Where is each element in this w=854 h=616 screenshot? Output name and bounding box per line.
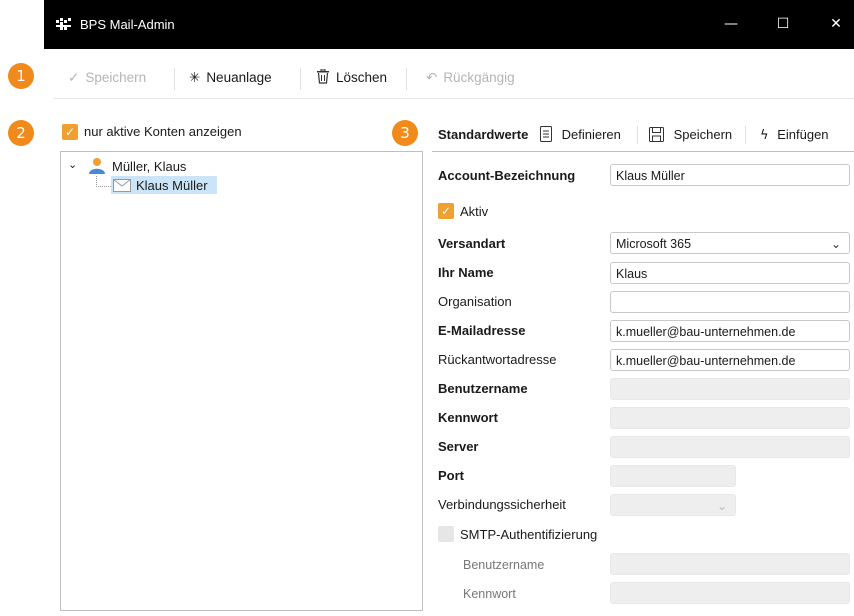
undo-button[interactable]: ↶ Rückgängig	[426, 58, 515, 98]
email-field[interactable]: k.mueller@bau-unternehmen.de	[610, 320, 850, 342]
organisation-label: Organisation	[438, 294, 512, 309]
insert-button[interactable]: ϟ Einfügen	[760, 125, 829, 145]
account-name-label: Account-Bezeichnung	[438, 168, 576, 183]
minimize-button[interactable]: —	[716, 10, 746, 38]
smtp-username-label: Benutzername	[463, 558, 545, 572]
check-icon: ✓	[68, 70, 80, 86]
save-button[interactable]: ✓ Speichern	[68, 58, 146, 98]
your-name-label: Ihr Name	[438, 265, 494, 280]
account-tree	[60, 151, 423, 611]
callout-badge-3: 3	[392, 120, 418, 146]
active-only-checkbox[interactable]: ✓	[62, 124, 78, 140]
maximize-button[interactable]: ☐	[768, 10, 798, 38]
main-toolbar: ✓ Speichern ✳ Neuanlage Löschen ↶ Rückgängi…	[54, 58, 854, 99]
organisation-field[interactable]	[610, 291, 850, 313]
floppy-disk-icon	[649, 127, 664, 142]
email-label: E-Mailadresse	[438, 323, 526, 338]
smtp-password-label: Kennwort	[463, 587, 516, 601]
port-label: Port	[438, 468, 464, 483]
server-field[interactable]	[610, 436, 850, 458]
define-button[interactable]: Definieren	[540, 125, 621, 145]
server-label: Server	[438, 439, 479, 454]
password-label: Kennwort	[438, 410, 498, 425]
lightning-icon: ϟ	[760, 128, 769, 143]
user-icon	[89, 158, 105, 174]
port-field[interactable]	[610, 465, 736, 487]
connection-security-label: Verbindungssicherheit	[438, 497, 566, 512]
delete-button[interactable]: Löschen	[316, 58, 387, 98]
username-field[interactable]	[610, 378, 850, 400]
chevron-down-icon: ⌄	[716, 499, 727, 513]
expand-chevron-icon[interactable]: ⌄	[68, 158, 77, 171]
smtp-password-field[interactable]	[610, 582, 850, 604]
callout-badge-2: 2	[8, 120, 34, 146]
send-type-select[interactable]: Microsoft 365 ⌄	[610, 232, 850, 254]
chevron-down-icon: ⌄	[830, 237, 841, 251]
callout-badge-1: 1	[8, 63, 34, 89]
tree-node-account-label: Klaus Müller	[136, 178, 208, 193]
send-type-label: Versandart	[438, 236, 506, 251]
defaults-save-button[interactable]: Speichern	[649, 125, 732, 145]
close-button[interactable]: ✕	[821, 10, 851, 38]
connection-security-select[interactable]: ⌄	[610, 494, 736, 516]
reply-address-field[interactable]: k.mueller@bau-unternehmen.de	[610, 349, 850, 371]
active-only-label: nur aktive Konten anzeigen	[84, 124, 242, 139]
smtp-auth-checkbox[interactable]	[438, 526, 454, 542]
new-button[interactable]: ✳ Neuanlage	[189, 58, 272, 98]
tree-node-user[interactable]: Müller, Klaus	[112, 159, 186, 174]
app-logo-icon	[56, 18, 71, 30]
smtp-username-field[interactable]	[610, 553, 850, 575]
title-bar: BPS Mail-Admin — ☐ ✕	[44, 0, 854, 49]
asterisk-icon: ✳	[189, 70, 201, 86]
reply-address-label: Rückantwortadresse	[438, 352, 557, 367]
smtp-auth-label: SMTP-Authentifizierung	[460, 527, 598, 542]
trash-icon	[316, 58, 330, 98]
active-label: Aktiv	[460, 204, 489, 219]
undo-icon: ↶	[426, 70, 438, 86]
your-name-field[interactable]: Klaus	[610, 262, 850, 284]
document-icon	[540, 126, 552, 142]
account-name-field[interactable]: Klaus Müller	[610, 164, 850, 186]
envelope-icon	[113, 179, 131, 192]
username-label: Benutzername	[438, 381, 528, 396]
window-title: BPS Mail-Admin	[80, 17, 175, 32]
active-checkbox[interactable]: ✓	[438, 203, 454, 219]
password-field[interactable]	[610, 407, 850, 429]
defaults-title: Standardwerte	[438, 127, 529, 142]
